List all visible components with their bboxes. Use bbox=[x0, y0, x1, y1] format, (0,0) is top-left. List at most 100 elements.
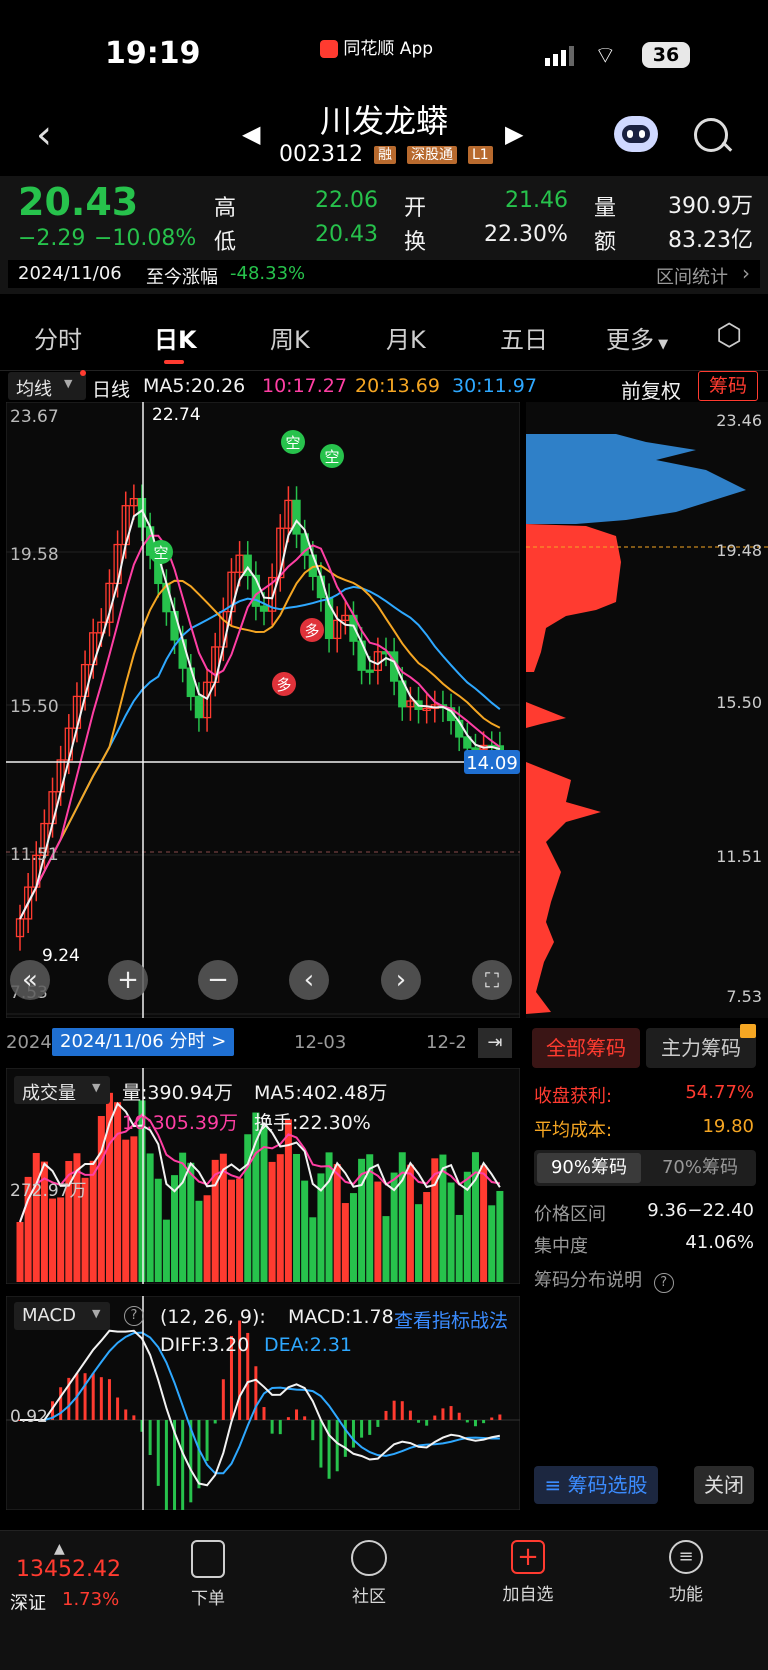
volume-bar bbox=[276, 1154, 284, 1282]
macd-bar bbox=[441, 1408, 445, 1420]
nav-community[interactable]: 社区 bbox=[309, 1540, 429, 1607]
volume-bar bbox=[162, 1219, 170, 1282]
low-value: 20.43 bbox=[315, 222, 378, 247]
quote-panel: 20.43 −2.29 −10.08% 高 22.06 低 20.43 开 21… bbox=[0, 176, 768, 294]
macd-bar bbox=[465, 1420, 469, 1423]
chip-tab-main[interactable]: 主力筹码 bbox=[646, 1024, 756, 1068]
tab-more[interactable]: 更多 ▼ bbox=[606, 320, 668, 355]
prev-stock-icon[interactable]: ◀ bbox=[242, 120, 260, 148]
nav-add-watchlist[interactable]: + 加自选 bbox=[468, 1540, 588, 1605]
high-value: 22.06 bbox=[315, 188, 378, 213]
signal-short-2: 空 bbox=[281, 430, 305, 454]
chip-close-button[interactable]: 关闭 bbox=[694, 1466, 754, 1504]
svg-text:空: 空 bbox=[285, 434, 300, 452]
kline-candle bbox=[292, 499, 301, 535]
volume-bar bbox=[374, 1181, 382, 1282]
range-bar[interactable]: 2024/11/06 至今涨幅 -48.33% 区间统计 › bbox=[8, 260, 760, 288]
volume-bar bbox=[480, 1165, 488, 1282]
app-tag: 同花顺 App bbox=[320, 34, 433, 59]
chip-price-bottom: 7.53 bbox=[726, 987, 762, 1006]
chip-tab-all[interactable]: 全部筹码 bbox=[532, 1028, 640, 1068]
macd-bar bbox=[107, 1379, 111, 1420]
kline-candle bbox=[170, 610, 179, 641]
macd-selector[interactable]: MACD ▼ bbox=[14, 1302, 110, 1330]
scroll-right-button[interactable]: › bbox=[381, 960, 421, 1000]
concentration-label: 集中度 bbox=[534, 1236, 588, 1257]
kline-chart[interactable]: 23.67 19.58 15.50 11.51 7.53 22.74 9.24 … bbox=[6, 402, 520, 1018]
macd-bar bbox=[205, 1420, 209, 1461]
nav-order[interactable]: 下单 bbox=[148, 1540, 268, 1609]
macd-bar bbox=[83, 1373, 87, 1420]
nav-functions[interactable]: ≡ 功能 bbox=[626, 1540, 746, 1605]
volume-ma5: MA5:402.48万 bbox=[254, 1082, 388, 1104]
macd-bar bbox=[116, 1397, 120, 1420]
nav-functions-label: 功能 bbox=[669, 1585, 703, 1605]
volume-bar bbox=[301, 1180, 309, 1282]
fullscreen-icon[interactable]: ⛶ bbox=[472, 960, 512, 1000]
chip-tab-main-label: 主力筹码 bbox=[661, 1036, 741, 1060]
volume-bar bbox=[114, 1102, 122, 1282]
adjust-mode[interactable]: 前复权 bbox=[621, 375, 681, 404]
macd-strategy-link[interactable]: 查看指标战法 bbox=[394, 1306, 508, 1333]
macd-bar bbox=[91, 1373, 95, 1420]
scroll-left-button[interactable]: ‹ bbox=[289, 960, 329, 1000]
since-label: 至今涨幅 bbox=[146, 267, 218, 288]
next-stock-icon[interactable]: ▶ bbox=[505, 120, 523, 148]
search-icon[interactable] bbox=[694, 118, 728, 152]
macd-bar bbox=[59, 1387, 63, 1420]
chip-desc-link[interactable]: 筹码分布说明 ? bbox=[534, 1266, 674, 1293]
robot-icon[interactable] bbox=[614, 116, 658, 152]
volume-axis-label: 272.97万 bbox=[10, 1181, 86, 1201]
chips-90-option[interactable]: 90%筹码 bbox=[537, 1153, 641, 1183]
tab-five-day[interactable]: 五日 bbox=[500, 320, 548, 355]
macd-selector-label: MACD bbox=[22, 1305, 76, 1326]
ma30-value: 30:11.97 bbox=[452, 375, 537, 397]
chips-70-option[interactable]: 70%筹码 bbox=[648, 1153, 752, 1183]
kline-candle bbox=[471, 747, 480, 751]
date-timeshare-tag[interactable]: 2024/11/06 分时 > bbox=[52, 1028, 235, 1056]
volume-value: 390.9万 bbox=[668, 194, 753, 219]
tab-monthly-k[interactable]: 月K bbox=[386, 320, 426, 355]
macd-bar bbox=[498, 1414, 502, 1420]
ma-selector[interactable]: 均线 ▼ bbox=[8, 372, 86, 400]
app-logo-icon bbox=[320, 40, 338, 58]
macd-bar bbox=[473, 1420, 477, 1427]
volume-bar bbox=[236, 1178, 244, 1282]
back-icon[interactable]: ‹ bbox=[36, 112, 52, 158]
ma20-value: 20:13.69 bbox=[355, 375, 440, 397]
signal-long-2: 多 bbox=[272, 672, 296, 696]
chips-button[interactable]: 筹码 bbox=[698, 371, 758, 401]
star-badge-icon bbox=[351, 1540, 387, 1576]
chip-price-top: 23.46 bbox=[716, 411, 762, 430]
battery-icon: 36 bbox=[642, 42, 690, 68]
range-label: 价格区间 bbox=[534, 1204, 606, 1225]
index-value[interactable]: 13452.42 bbox=[16, 1557, 121, 1582]
profit-value: 54.77% bbox=[685, 1082, 754, 1103]
tab-timeshare[interactable]: 分时 bbox=[34, 320, 82, 355]
zoom-in-button[interactable]: + bbox=[108, 960, 148, 1000]
range-stat-link[interactable]: 区间统计 bbox=[656, 263, 728, 289]
tab-daily-k[interactable]: 日K bbox=[154, 320, 197, 355]
volume-selector[interactable]: 成交量 ▼ bbox=[14, 1076, 110, 1104]
macd-diff: DIFF:3.20 bbox=[160, 1334, 250, 1356]
settings-hex-icon[interactable]: ⬡ bbox=[716, 318, 742, 353]
volume-bar bbox=[488, 1205, 496, 1282]
jump-latest-icon[interactable]: ⇥ bbox=[478, 1028, 512, 1058]
zoom-out-button[interactable]: − bbox=[198, 960, 238, 1000]
tab-weekly-k[interactable]: 周K bbox=[270, 320, 310, 355]
chip-select-label: 筹码选股 bbox=[567, 1473, 648, 1497]
macd-bar bbox=[433, 1415, 437, 1420]
current-price-tag: 14.09 bbox=[464, 750, 520, 774]
date-mid: 12-03 bbox=[294, 1032, 347, 1053]
chip-range-toggle[interactable]: 90%筹码 70%筹码 bbox=[534, 1150, 756, 1186]
volume-bar bbox=[49, 1198, 57, 1282]
ma-selector-label: 均线 bbox=[16, 379, 52, 400]
chip-select-button[interactable]: ≡ 筹码选股 bbox=[534, 1466, 658, 1504]
macd-bar bbox=[384, 1410, 388, 1420]
macd-bar bbox=[286, 1417, 290, 1420]
macd-help-icon[interactable]: ? bbox=[124, 1306, 144, 1326]
volume-label: 量 bbox=[594, 196, 617, 221]
cost-label: 平均成本: bbox=[534, 1120, 613, 1141]
help-icon: ? bbox=[653, 1273, 674, 1293]
collapse-left-icon[interactable]: « bbox=[10, 960, 50, 1000]
